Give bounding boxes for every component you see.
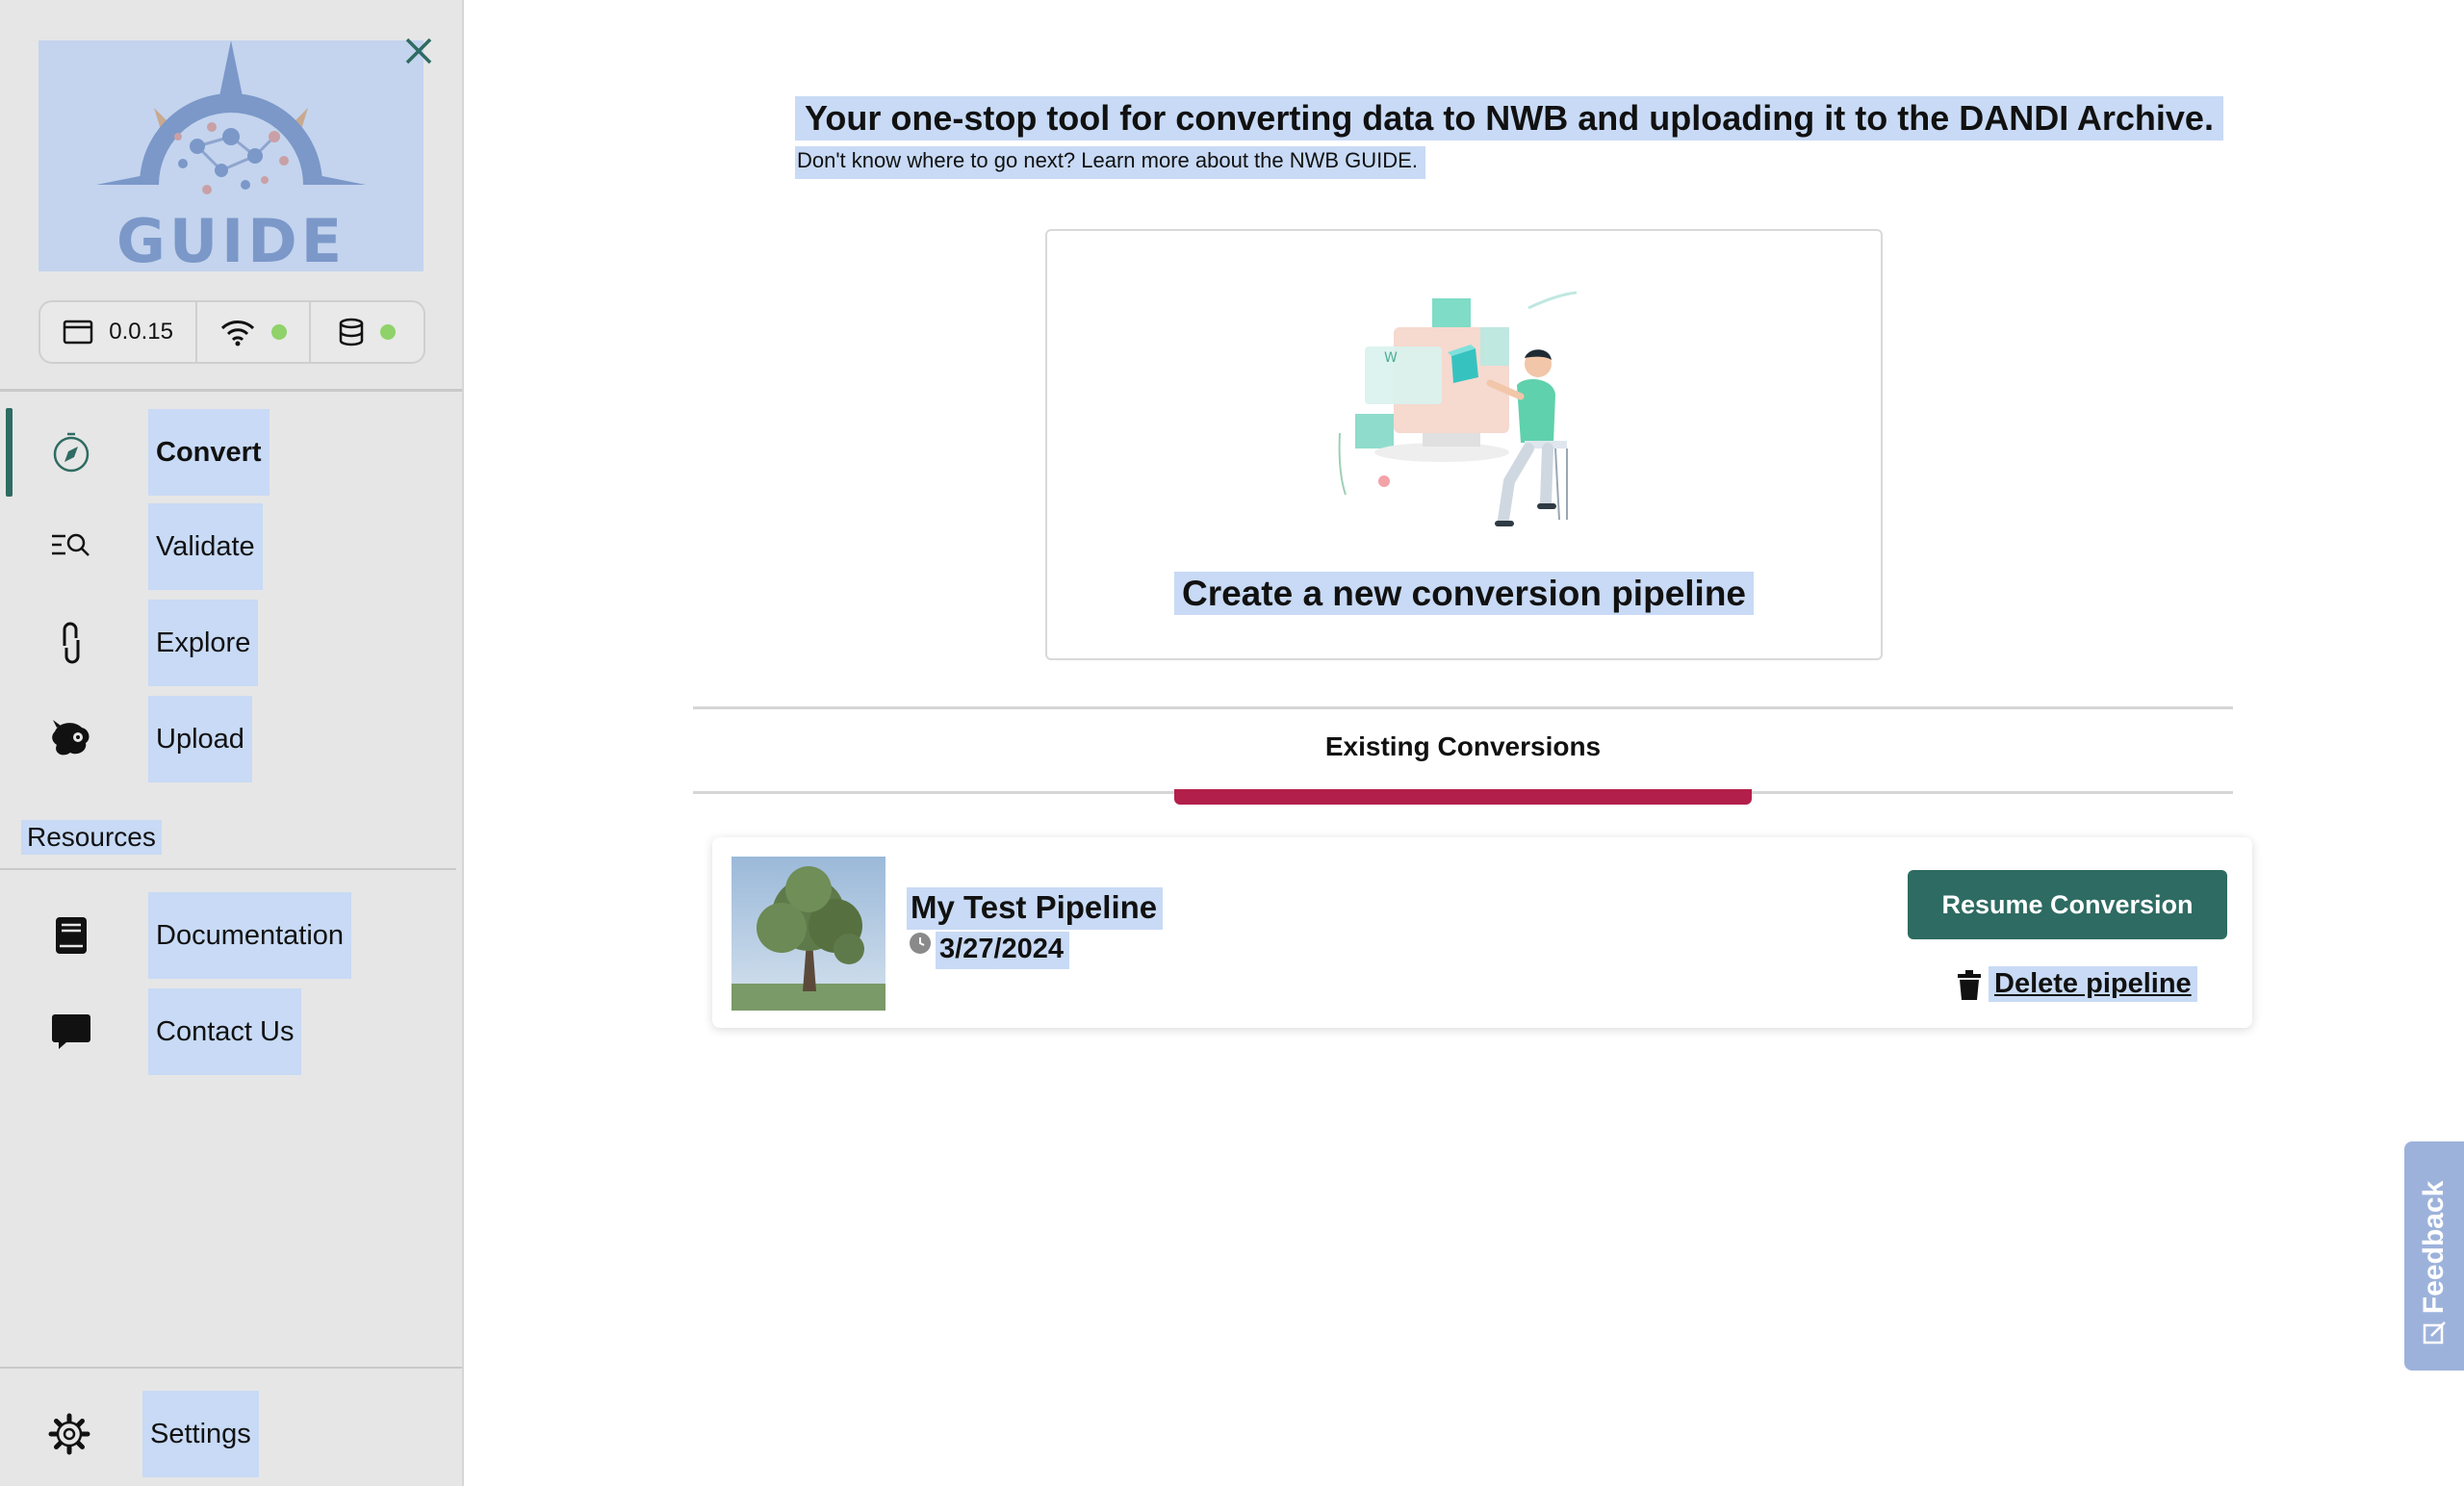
sidebar-divider [0, 389, 462, 392]
new-pipeline-label: Create a new conversion pipeline [1173, 572, 1755, 615]
svg-text:W: W [1384, 350, 1398, 366]
version-text: 0.0.15 [109, 319, 173, 345]
nav-label-convert: Convert [148, 409, 270, 496]
feedback-label: Feedback [2418, 1180, 2450, 1315]
tab-existing-conversions[interactable]: Existing Conversions [1174, 731, 1752, 762]
nav-item-validate[interactable]: Validate [0, 502, 462, 591]
resources-divider [0, 868, 456, 870]
internet-status [195, 302, 308, 362]
delete-pipeline-link[interactable]: Delete pipeline [1989, 966, 2197, 1002]
nav-label-documentation: Documentation [148, 892, 352, 979]
nav-label-upload: Upload [148, 696, 252, 782]
settings-divider [0, 1367, 462, 1369]
close-sidebar-button[interactable] [397, 29, 441, 73]
gear-icon [46, 1411, 92, 1457]
nav-item-settings[interactable]: Settings [0, 1390, 462, 1478]
pipeline-thumbnail [732, 857, 886, 1011]
app-version: 0.0.15 [40, 302, 195, 362]
server-status [308, 302, 424, 362]
nav-label-contact: Contact Us [148, 988, 302, 1075]
nav-item-upload[interactable]: Upload [0, 695, 462, 783]
internet-status-dot [270, 324, 287, 340]
pipeline-date: 3/27/2024 [936, 932, 1070, 969]
clock-icon [910, 933, 931, 954]
dandi-icon [48, 716, 94, 762]
sidebar: GUIDE 0.0.15 Convert Validate Explore Up… [0, 0, 464, 1486]
book-icon [48, 912, 94, 959]
guide-logo: GUIDE [38, 40, 424, 276]
server-status-dot [380, 324, 397, 340]
nav-item-documentation[interactable]: Documentation [0, 891, 462, 980]
resources-heading: Resources [21, 820, 162, 855]
svg-text:GUIDE: GUIDE [116, 206, 346, 271]
nav-label-validate: Validate [148, 503, 263, 590]
window-icon [63, 320, 93, 345]
page-subline: Don't know where to go next? Learn more … [795, 146, 1425, 179]
feedback-tab[interactable]: Feedback [2404, 1141, 2464, 1371]
new-pipeline-label-wrap: Create a new conversion pipeline [1047, 572, 1881, 615]
pipeline-name: My Test Pipeline [907, 887, 1164, 930]
pipeline-card: My Test Pipeline 3/27/2024 Resume Conver… [712, 837, 2252, 1028]
status-bar: 0.0.15 [38, 300, 425, 364]
search-list-icon [48, 524, 94, 570]
wifi-icon [220, 320, 254, 346]
chat-icon [48, 1009, 94, 1055]
edit-icon [2423, 1321, 2446, 1345]
trash-icon[interactable] [1956, 970, 1983, 1001]
page-headline: Your one-stop tool for converting data t… [795, 96, 2223, 141]
nav-item-contact[interactable]: Contact Us [0, 987, 462, 1076]
workstation-illustration: W [1338, 291, 1578, 526]
link-icon [48, 620, 94, 666]
new-pipeline-card[interactable]: W Create a new conversion pipeline [1045, 229, 1883, 660]
database-icon [340, 318, 364, 346]
nav-label-settings: Settings [142, 1391, 259, 1477]
nav-label-explore: Explore [148, 600, 259, 686]
nav-item-explore[interactable]: Explore [0, 599, 462, 687]
section-divider-top [693, 706, 2233, 709]
active-tab-indicator [1174, 789, 1752, 805]
compass-icon [48, 429, 94, 475]
nav-item-convert[interactable]: Convert [0, 408, 462, 497]
resume-conversion-button[interactable]: Resume Conversion [1908, 870, 2227, 939]
close-icon [405, 38, 432, 64]
